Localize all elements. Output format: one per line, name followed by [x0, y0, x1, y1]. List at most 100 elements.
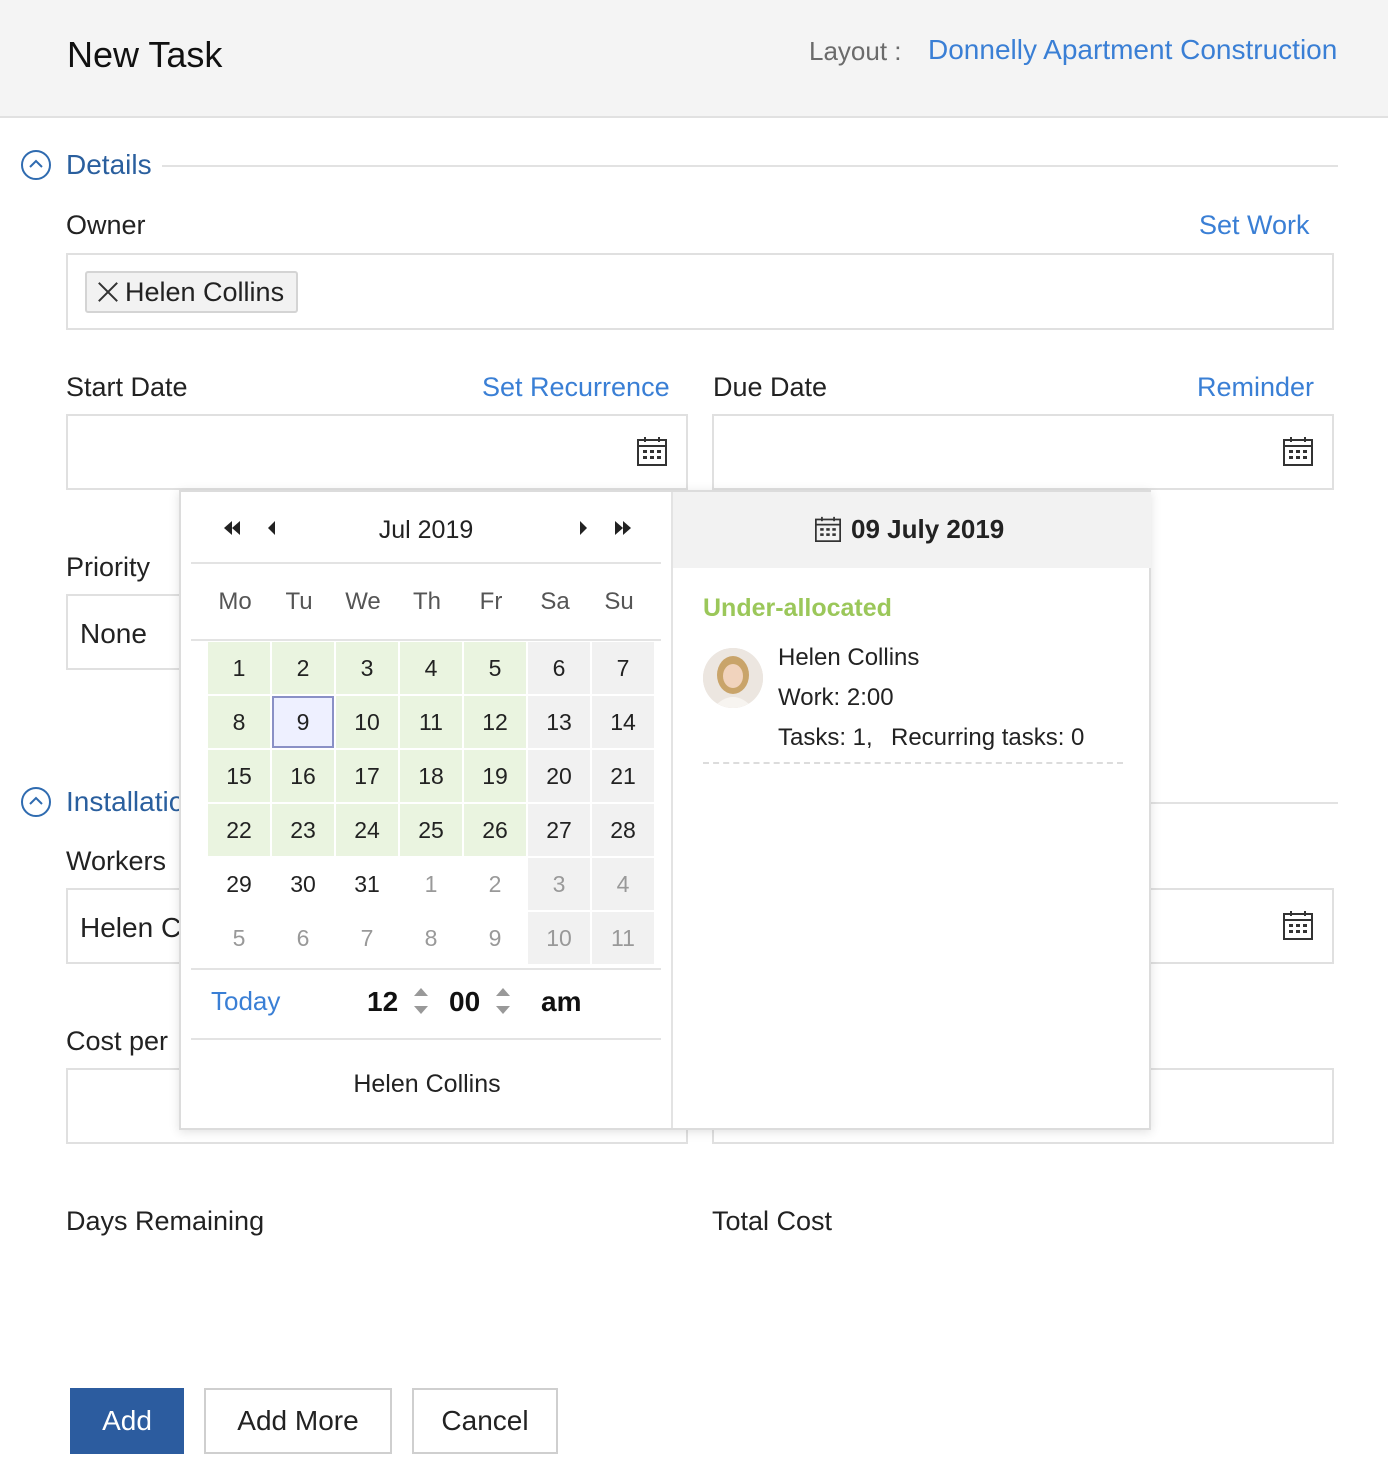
divider	[191, 968, 661, 970]
work-hours: Work: 2:00	[778, 684, 894, 711]
calendar-day[interactable]: 1	[400, 858, 462, 910]
hour-spinner-icon[interactable]	[413, 986, 429, 1018]
calendar-day[interactable]: 5	[464, 642, 526, 694]
section-divider	[1150, 802, 1338, 804]
owner-field[interactable]: Helen Collins	[66, 253, 1334, 330]
ampm-toggle[interactable]: am	[541, 986, 581, 1018]
calendar-day[interactable]: 9	[464, 912, 526, 964]
divider	[191, 1038, 661, 1040]
add-more-button[interactable]: Add More	[204, 1388, 392, 1454]
calendar-day[interactable]: 2	[464, 858, 526, 910]
calendar-day[interactable]: 23	[272, 804, 334, 856]
collapse-details-icon[interactable]	[21, 150, 51, 180]
calendar-day[interactable]: 28	[592, 804, 654, 856]
calendar-day[interactable]: 12	[464, 696, 526, 748]
calendar-icon[interactable]	[1283, 910, 1313, 940]
calendar-day[interactable]: 11	[400, 696, 462, 748]
weekday-header: Sa	[540, 588, 570, 615]
calendar-day[interactable]: 18	[400, 750, 462, 802]
hour-value[interactable]: 12	[367, 986, 398, 1018]
total-cost-label: Total Cost	[712, 1206, 833, 1236]
calendar-day[interactable]: 25	[400, 804, 462, 856]
owner-label: Owner	[66, 210, 146, 240]
calendar-day[interactable]: 6	[272, 912, 334, 964]
calendar-day[interactable]: 17	[336, 750, 398, 802]
calendar-day[interactable]: 29	[208, 858, 270, 910]
weekday-header: Fr	[479, 588, 503, 615]
next-year-icon[interactable]	[611, 518, 635, 538]
calendar-day[interactable]: 31	[336, 858, 398, 910]
calendar-day[interactable]: 7	[592, 642, 654, 694]
calendar-day[interactable]: 2	[272, 642, 334, 694]
collapse-installation-icon[interactable]	[21, 787, 51, 817]
allocation-status: Under-allocated	[703, 594, 892, 622]
calendar-day[interactable]: 10	[528, 912, 590, 964]
calendar-day[interactable]: 10	[336, 696, 398, 748]
calendar-day[interactable]: 7	[336, 912, 398, 964]
weekday-header: Mo	[218, 588, 252, 615]
calendar-day[interactable]: 24	[336, 804, 398, 856]
weekday-header: Th	[412, 588, 441, 615]
calendar-day[interactable]: 1	[208, 642, 270, 694]
divider	[191, 639, 661, 641]
calendar-header: Jul 2019	[191, 492, 661, 564]
allocation-header: 09 July 2019	[673, 492, 1151, 568]
calendar-day[interactable]: 3	[528, 858, 590, 910]
calendar-day[interactable]: 5	[208, 912, 270, 964]
minute-spinner-icon[interactable]	[495, 986, 511, 1018]
page-title: New Task	[67, 34, 223, 75]
weekday-header: Tu	[285, 588, 313, 615]
date-picker-popup: Jul 2019 Mo Tu We Th Fr Sa Su 1234567891…	[179, 490, 1151, 1130]
layout-label: Layout :	[809, 36, 902, 66]
calendar-day[interactable]: 19	[464, 750, 526, 802]
section-divider	[162, 165, 1338, 167]
calendar-day[interactable]: 22	[208, 804, 270, 856]
minute-value[interactable]: 00	[449, 986, 480, 1018]
calendar-day[interactable]: 3	[336, 642, 398, 694]
worker-name: Helen Collins	[778, 644, 920, 671]
owner-chip: Helen Collins	[85, 271, 299, 313]
calendar-day[interactable]: 30	[272, 858, 334, 910]
calendar-day[interactable]: 16	[272, 750, 334, 802]
calendar-day[interactable]: 8	[208, 696, 270, 748]
set-recurrence-link[interactable]: Set Recurrence	[482, 372, 670, 403]
today-button[interactable]: Today	[211, 986, 280, 1017]
due-date-field[interactable]	[712, 414, 1334, 490]
calendar-icon	[815, 516, 841, 542]
header-bar: New Task Layout : Donnelly Apartment Con…	[0, 0, 1388, 118]
calendar-day[interactable]: 6	[528, 642, 590, 694]
workers-label: Workers	[66, 846, 167, 876]
calendar-day[interactable]: 27	[528, 804, 590, 856]
start-date-field[interactable]	[66, 414, 688, 490]
calendar-day[interactable]: 15	[208, 750, 270, 802]
add-button[interactable]: Add	[70, 1388, 184, 1454]
installation-section-title: Installatio	[66, 786, 185, 817]
calendar-day[interactable]: 13	[528, 696, 590, 748]
calendar-day[interactable]: 21	[592, 750, 654, 802]
set-work-link[interactable]: Set Work	[1199, 210, 1310, 241]
calendar-day[interactable]: 11	[592, 912, 654, 964]
remove-owner-icon[interactable]	[97, 281, 119, 303]
calendar-day[interactable]: 4	[592, 858, 654, 910]
calendar-day[interactable]: 14	[592, 696, 654, 748]
due-date-label: Due Date	[713, 372, 828, 402]
day-grid: 1 2 3 4 5 6 7 8 9 10 11 12 13 14 15 16 17 18 19 20 21 22 23 24 2…	[208, 642, 658, 964]
avatar	[703, 648, 763, 708]
due-date-calendar-icon[interactable]	[1283, 436, 1313, 466]
cancel-button[interactable]: Cancel	[412, 1388, 558, 1454]
calendar-day[interactable]: 26	[464, 804, 526, 856]
divider	[703, 762, 1123, 764]
reminder-link[interactable]: Reminder	[1197, 372, 1314, 403]
calendar-day[interactable]: 4	[400, 642, 462, 694]
start-date-label: Start Date	[66, 372, 188, 402]
calendar-day-selected[interactable]: 9	[272, 696, 334, 748]
details-section-title: Details	[66, 149, 152, 180]
calendar-day[interactable]: 20	[528, 750, 590, 802]
next-month-icon[interactable]	[571, 518, 595, 538]
layout-selector-link[interactable]: Donnelly Apartment Construction	[928, 34, 1337, 66]
workers-value: Helen C	[80, 912, 182, 943]
start-date-calendar-icon[interactable]	[637, 436, 667, 466]
calendar-panel: Jul 2019 Mo Tu We Th Fr Sa Su 1234567891…	[181, 492, 673, 1128]
calendar-day[interactable]: 8	[400, 912, 462, 964]
priority-value: None	[80, 618, 147, 649]
